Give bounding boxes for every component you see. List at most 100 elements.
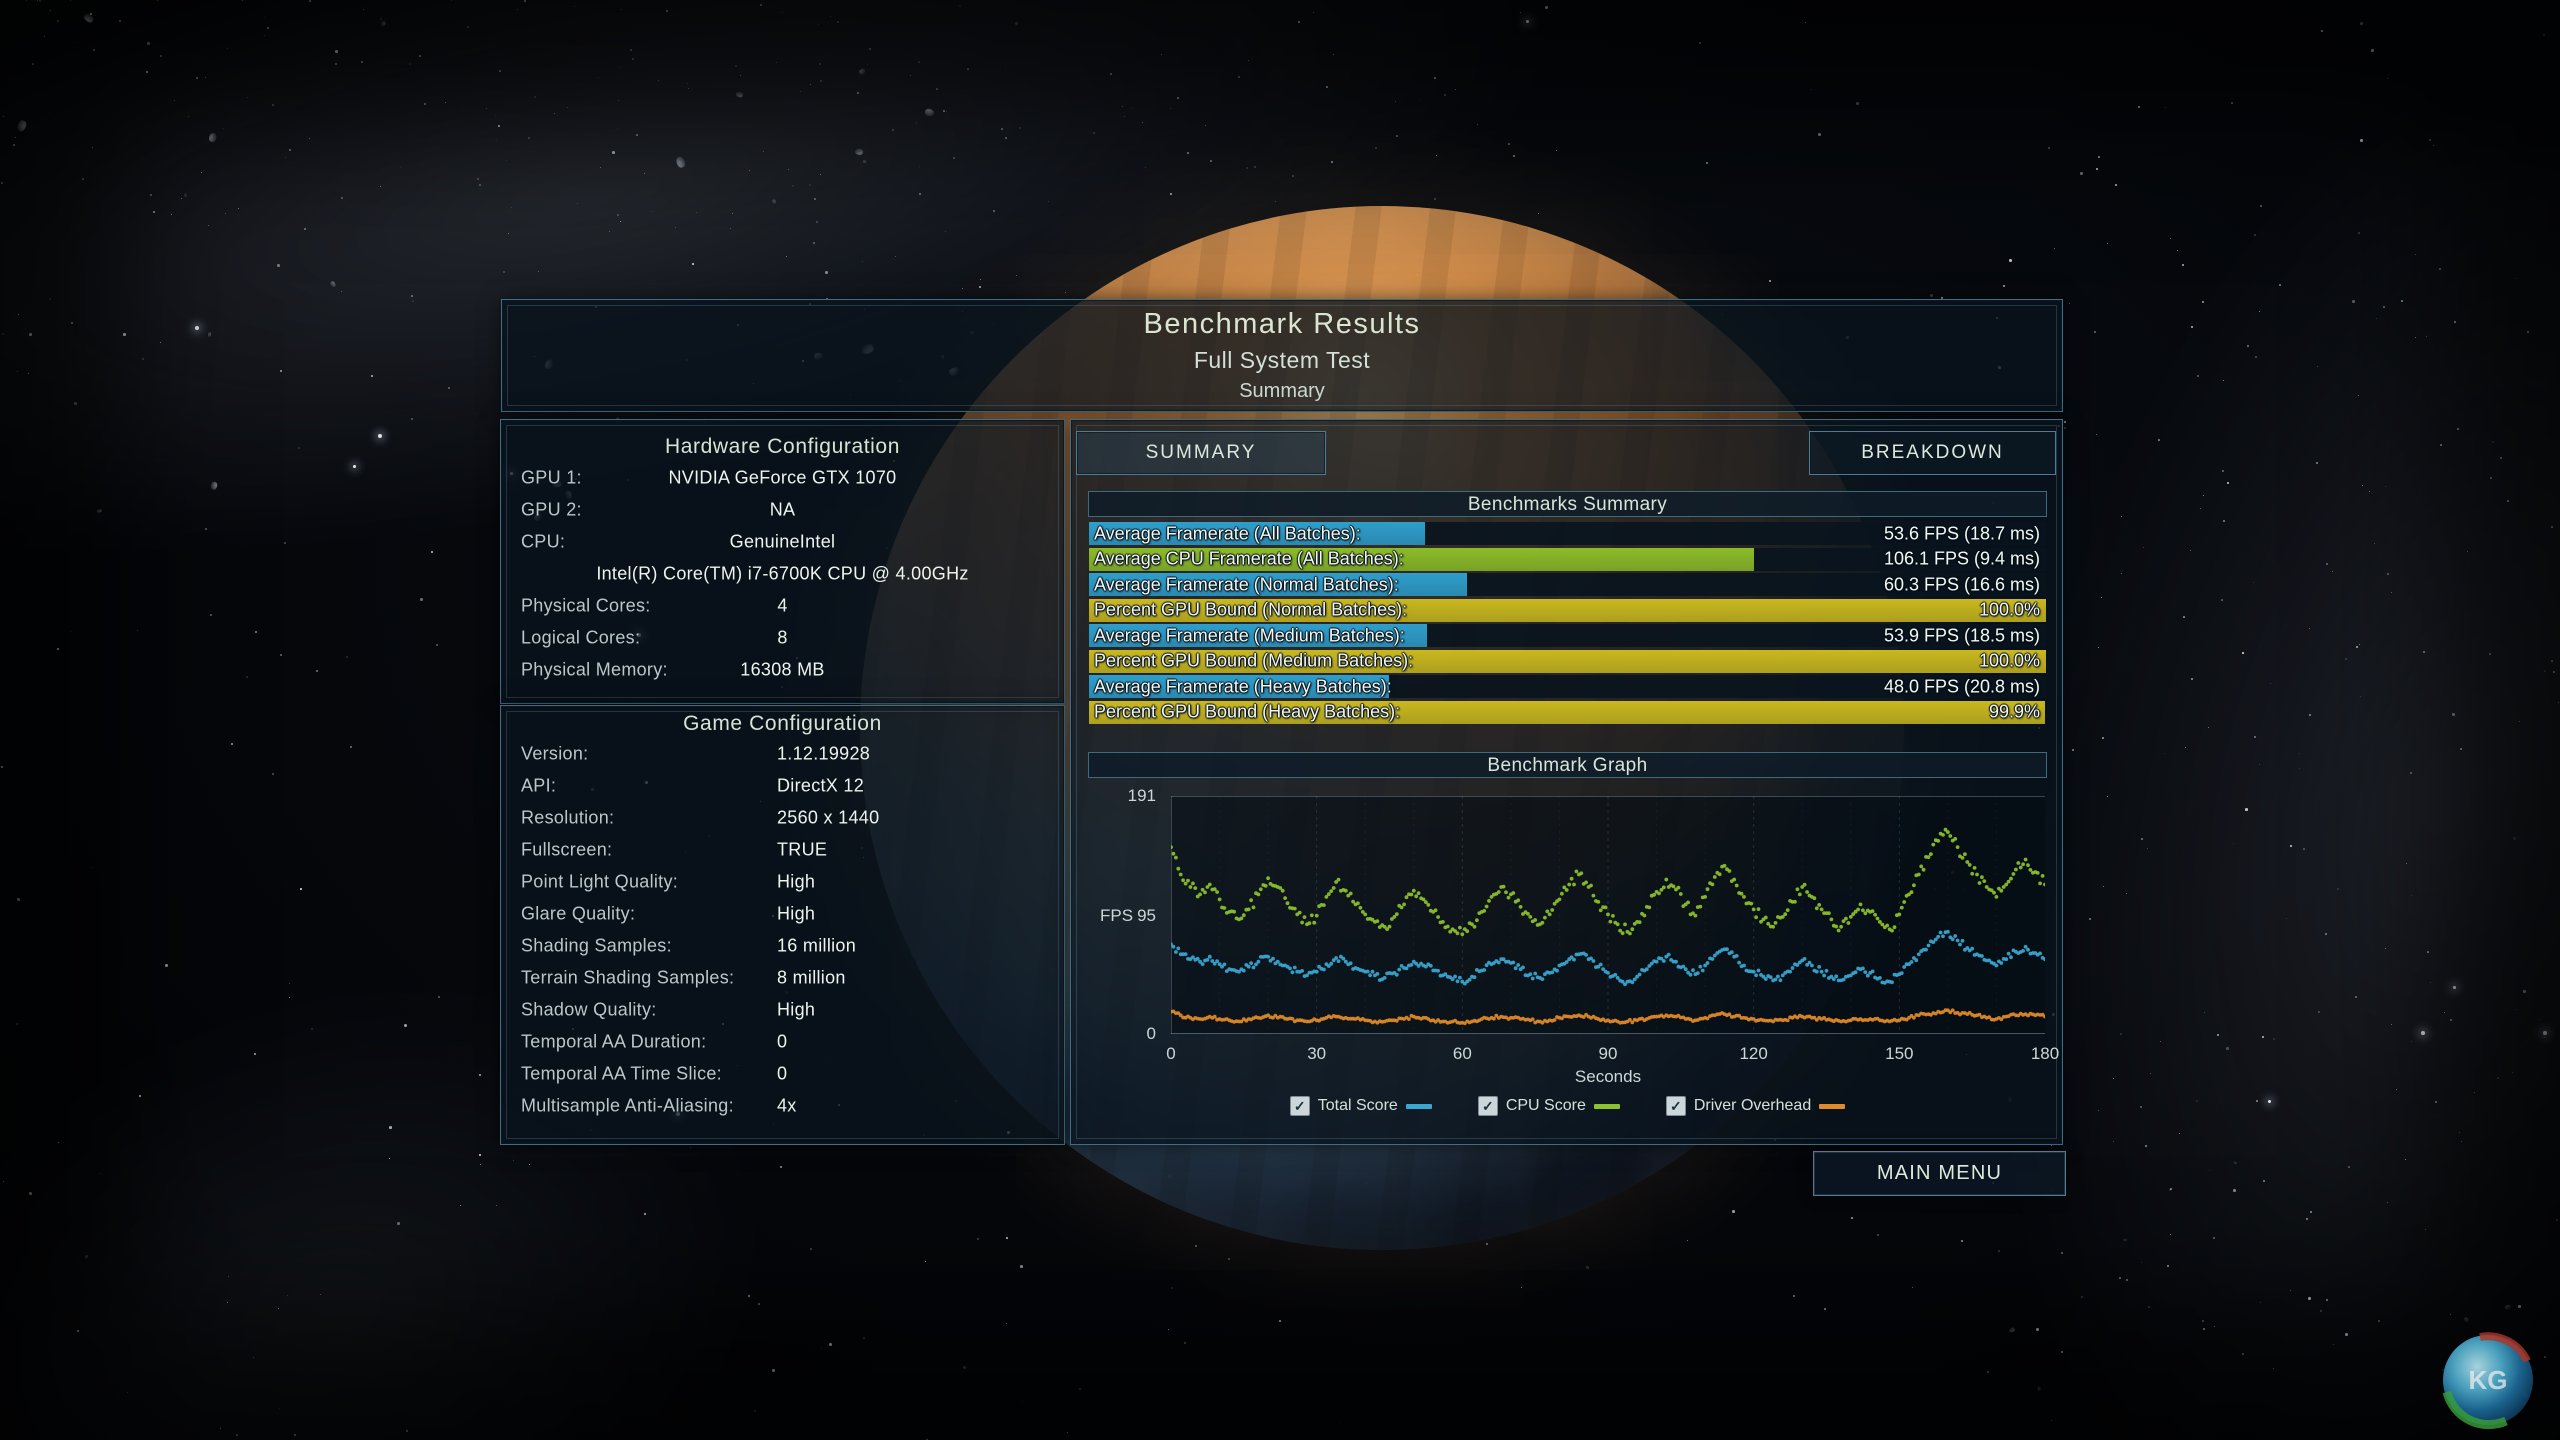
summary-row-value: 100.0% [1979, 651, 2040, 672]
config-value: 16308 MB [740, 660, 824, 681]
config-row: Shadow Quality: High [501, 994, 1064, 1026]
summary-row-value: 99.9% [1989, 702, 2040, 723]
config-row: API: DirectX 12 [501, 770, 1064, 802]
legend-label: Driver Overhead [1694, 1097, 1811, 1115]
config-label: Temporal AA Time Slice: [521, 1064, 722, 1085]
screen-title: Benchmark Results [1144, 308, 1421, 341]
config-value: High [777, 872, 815, 893]
x-axis-tick: 150 [1885, 1044, 1913, 1064]
config-value: 4 [777, 596, 787, 617]
game-configuration-panel: Game Configuration Version:1.12.19928API… [500, 705, 1065, 1145]
x-axis-tick: 90 [1599, 1044, 1618, 1064]
x-axis-tick: 180 [2031, 1044, 2059, 1064]
config-row: Multisample Anti-Aliasing:4x [501, 1090, 1064, 1122]
hardware-configuration-title: Hardware Configuration [501, 435, 1064, 459]
benchmark-graph-box: Benchmark Graph FPS Seconds ✓Total Score… [1088, 752, 2047, 1132]
summary-row-label: Average Framerate (All Batches): [1094, 523, 1361, 544]
config-value: 2560 x 1440 [777, 808, 879, 829]
results-panel: SUMMARY BREAKDOWN Benchmarks Summary Ave… [1070, 419, 2063, 1145]
config-value: TRUE [777, 840, 827, 861]
benchmarks-summary-box: Benchmarks Summary Average Framerate (Al… [1088, 491, 2047, 728]
config-value: High [777, 1000, 815, 1021]
config-row: Logical Cores:8 [501, 622, 1064, 654]
x-axis-tick: 0 [1166, 1044, 1175, 1064]
summary-row-label: Percent GPU Bound (Medium Batches): [1094, 651, 1413, 672]
config-label: Physical Memory: [521, 660, 668, 681]
config-value: 0 [777, 1064, 787, 1085]
summary-row-label: Average Framerate (Heavy Batches): [1094, 676, 1392, 697]
summary-row-label: Average Framerate (Medium Batches): [1094, 625, 1405, 646]
summary-row-label: Percent GPU Bound (Normal Batches): [1094, 600, 1407, 621]
config-value: DirectX 12 [777, 776, 864, 797]
summary-row-value: 53.9 FPS (18.5 ms) [1884, 625, 2040, 646]
benchmark-results-screen: Benchmark Results Full System Test Summa… [0, 0, 2560, 1440]
config-row: Glare Quality:High [501, 898, 1064, 930]
x-axis-tick: 120 [1739, 1044, 1767, 1064]
summary-row-label: Average Framerate (Normal Batches): [1094, 574, 1399, 595]
legend-checkbox[interactable]: ✓ [1290, 1096, 1310, 1116]
main-menu-button[interactable]: MAIN MENU [1813, 1151, 2066, 1196]
legend-label: Total Score [1318, 1097, 1398, 1115]
config-row: Temporal AA Duration:0 [501, 1026, 1064, 1058]
config-value: 0 [777, 1032, 787, 1053]
graph-area: FPS Seconds ✓Total Score✓CPU Score✓Drive… [1088, 752, 2047, 1132]
logo-text: KG [2469, 1365, 2508, 1395]
benchmarks-summary-header: Benchmarks Summary [1088, 491, 2047, 517]
config-label: Physical Cores: [521, 596, 651, 617]
config-label: Terrain Shading Samples: [521, 968, 734, 989]
summary-row: Average CPU Framerate (All Batches):106.… [1089, 548, 2046, 571]
config-value: NA [770, 500, 796, 521]
config-label: Shadow Quality: [521, 1000, 657, 1021]
test-name: Full System Test [1194, 347, 1370, 374]
config-value: 8 million [777, 968, 846, 989]
legend-checkbox[interactable]: ✓ [1666, 1096, 1686, 1116]
config-row: Version:1.12.19928 [501, 738, 1064, 770]
config-label: Resolution: [521, 808, 614, 829]
legend-label: CPU Score [1506, 1097, 1586, 1115]
summary-row-value: 100.0% [1979, 600, 2040, 621]
y-axis-tick: 0 [1094, 1024, 1156, 1044]
summary-row-value: 60.3 FPS (16.6 ms) [1884, 574, 2040, 595]
tab-summary[interactable]: SUMMARY [1076, 431, 1326, 475]
y-axis-tick: 95 [1094, 906, 1156, 926]
legend-item: ✓ Driver Overhead [1666, 1096, 1845, 1116]
legend-swatch [1594, 1104, 1620, 1109]
config-label: GPU 1: [521, 468, 582, 489]
config-label: Shading Samples: [521, 936, 672, 957]
legend-swatch [1819, 1104, 1845, 1109]
hardware-configuration-panel: Hardware Configuration GPU 1: NVIDIA GeFo… [500, 419, 1065, 704]
graph-legend: ✓ Total Score ✓ CPU Score ✓ Driver Overhead [1088, 1096, 2047, 1116]
config-label: Fullscreen: [521, 840, 612, 861]
config-row: Terrain Shading Samples: 8 million [501, 962, 1064, 994]
config-value: NVIDIA GeForce GTX 1070 [669, 468, 897, 489]
config-row: GPU 2: NA [501, 494, 1064, 526]
config-row: GPU 1: NVIDIA GeForce GTX 1070 [501, 462, 1064, 494]
view-name: Summary [1239, 380, 1325, 403]
config-value: GenuineIntel [730, 532, 836, 553]
benchmark-plot [1171, 796, 2045, 1034]
legend-item: ✓ CPU Score [1478, 1096, 1620, 1116]
kitguru-logo: KG [2438, 1330, 2538, 1430]
kitguru-logo-graphic: KG [2438, 1330, 2538, 1430]
legend-checkbox[interactable]: ✓ [1478, 1096, 1498, 1116]
config-label: CPU: [521, 532, 565, 553]
summary-row: Average Framerate (All Batches):53.6 FPS… [1089, 522, 2046, 545]
summary-row-label: Percent GPU Bound (Heavy Batches): [1094, 702, 1400, 723]
x-axis-label: Seconds [1171, 1067, 2045, 1087]
config-label: GPU 2: [521, 500, 582, 521]
config-label: API: [521, 776, 556, 797]
config-row: Temporal AA Time Slice: 0 [501, 1058, 1064, 1090]
summary-row: Average Framerate (Heavy Batches): 48.0 F… [1089, 675, 2046, 698]
summary-row: Percent GPU Bound (Normal Batches): 100.0… [1089, 599, 2046, 622]
game-configuration-title: Game Configuration [501, 712, 1064, 736]
config-label: Glare Quality: [521, 904, 635, 925]
config-label: Multisample Anti-Aliasing: [521, 1096, 734, 1117]
config-row: Intel(R) Core(TM) i7-6700K CPU @ 4.00GHz [501, 558, 1064, 590]
tab-breakdown[interactable]: BREAKDOWN [1809, 431, 2056, 475]
summary-row: Percent GPU Bound (Medium Batches): 100.0… [1089, 650, 2046, 673]
config-value: 8 [777, 628, 787, 649]
config-row: Point Light Quality:High [501, 866, 1064, 898]
config-value: Intel(R) Core(TM) i7-6700K CPU @ 4.00GHz [596, 564, 968, 585]
summary-row-value: 106.1 FPS (9.4 ms) [1884, 549, 2040, 570]
summary-row-value: 48.0 FPS (20.8 ms) [1884, 676, 2040, 697]
